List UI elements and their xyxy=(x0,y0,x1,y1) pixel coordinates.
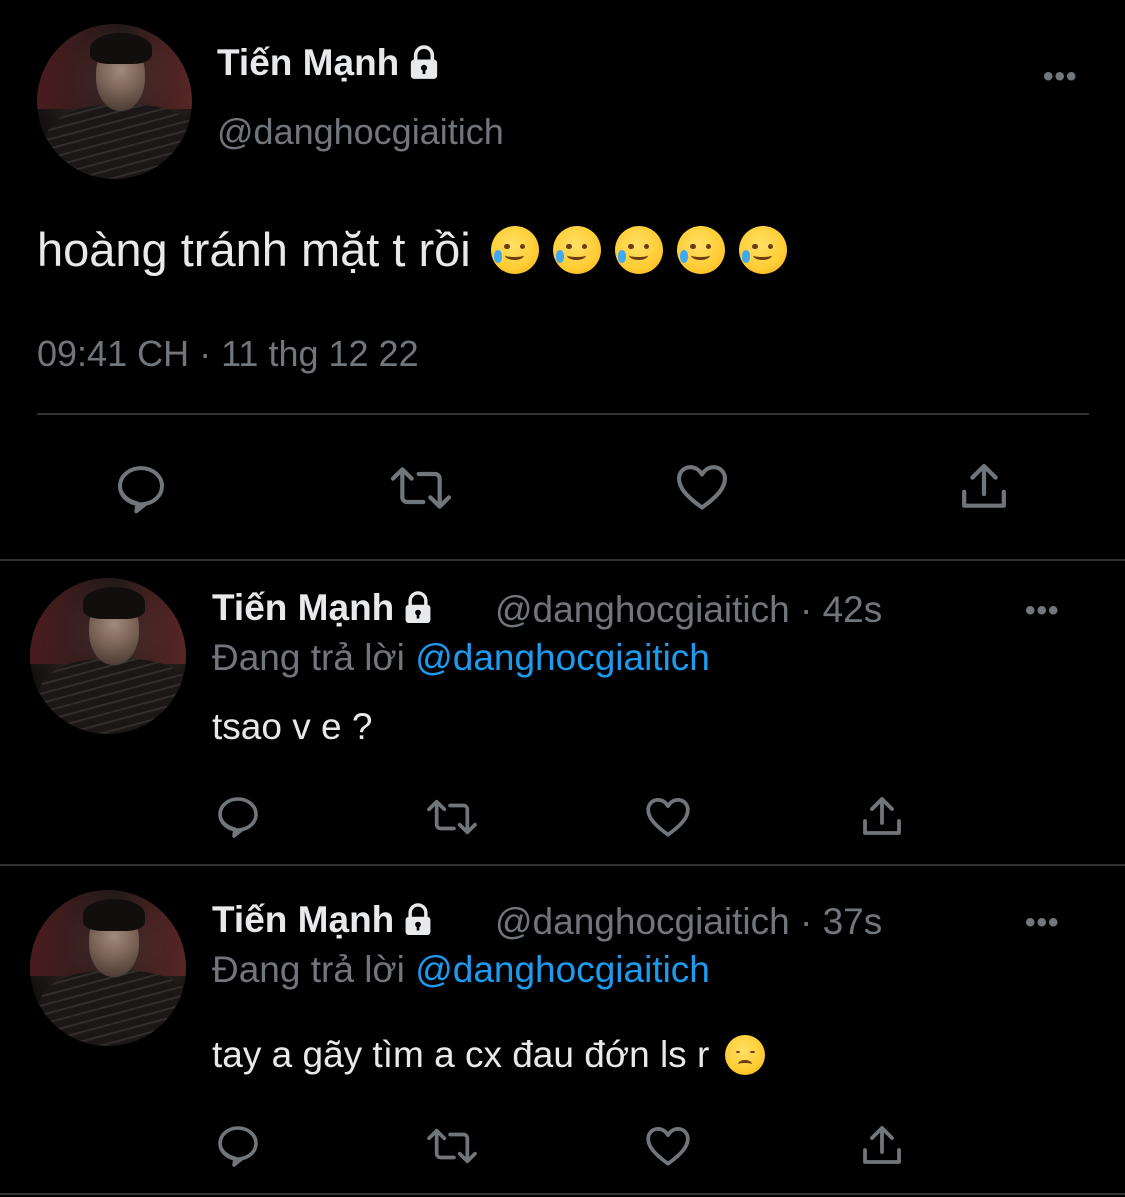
tweet-text-body: tay a gãy tìm a cx đau đớn ls r xyxy=(212,1034,710,1075)
lock-icon xyxy=(405,591,431,624)
lock-icon xyxy=(411,45,438,79)
author-display-name: Tiến Mạnh xyxy=(212,587,395,628)
author-name[interactable]: Tiến Mạnh xyxy=(212,899,434,941)
heart-icon[interactable] xyxy=(643,792,693,842)
mention-link[interactable]: @danghocgiaitich xyxy=(415,949,710,990)
divider xyxy=(0,864,1125,866)
avatar[interactable] xyxy=(30,890,186,1046)
divider xyxy=(37,413,1089,415)
tweet-text: tay a gãy tìm a cx đau đớn ls r xyxy=(212,1034,766,1076)
crying-smile-emoji xyxy=(676,225,725,274)
mention-link[interactable]: @danghocgiaitich xyxy=(415,637,710,678)
crying-smile-emoji xyxy=(552,225,601,274)
lock-icon xyxy=(405,903,431,936)
retweet-icon[interactable] xyxy=(388,460,454,516)
author-handle[interactable]: @danghocgiaitich xyxy=(495,589,790,630)
replying-prefix: Đang trả lời xyxy=(212,637,405,678)
tweet-time[interactable]: 37s xyxy=(823,901,883,942)
heart-icon[interactable] xyxy=(673,458,731,516)
emoji-group xyxy=(490,225,787,274)
heart-icon[interactable] xyxy=(643,1121,693,1171)
tweet-text-body: tsao v e ? xyxy=(212,706,373,747)
author-handle-time: @danghocgiaitich · 37s xyxy=(495,901,882,943)
retweet-icon[interactable] xyxy=(424,1123,480,1169)
share-icon[interactable] xyxy=(858,792,906,842)
avatar[interactable] xyxy=(30,578,186,734)
author-display-name: Tiến Mạnh xyxy=(212,899,395,940)
reply-icon[interactable] xyxy=(113,460,169,516)
tweet-timestamp[interactable]: 09:41 CH · 11 thg 12 22 xyxy=(37,333,419,375)
separator: · xyxy=(799,901,813,942)
divider xyxy=(0,559,1125,561)
share-icon[interactable] xyxy=(858,1121,906,1171)
replying-to: Đang trả lời @danghocgiaitich xyxy=(212,637,710,679)
author-handle-time: @danghocgiaitich · 42s xyxy=(495,589,882,631)
divider xyxy=(0,1193,1125,1195)
crying-smile-emoji xyxy=(738,225,787,274)
more-options-button[interactable]: ••• xyxy=(1025,908,1060,938)
author-name[interactable]: Tiến Mạnh xyxy=(217,42,441,84)
crying-smile-emoji xyxy=(614,225,663,274)
share-icon[interactable] xyxy=(956,458,1012,516)
more-options-button[interactable]: ••• xyxy=(1043,62,1078,92)
reply-icon[interactable] xyxy=(214,792,262,840)
author-name[interactable]: Tiến Mạnh xyxy=(212,587,434,629)
avatar[interactable] xyxy=(37,24,192,179)
separator: · xyxy=(799,589,813,630)
author-display-name: Tiến Mạnh xyxy=(217,42,400,83)
more-options-button[interactable]: ••• xyxy=(1025,596,1060,626)
reply-icon[interactable] xyxy=(214,1121,262,1169)
author-handle[interactable]: @danghocgiaitich xyxy=(217,111,504,153)
crying-smile-emoji xyxy=(490,225,539,274)
disappointed-face-emoji xyxy=(725,1035,766,1075)
retweet-icon[interactable] xyxy=(424,794,480,840)
tweet-time[interactable]: 42s xyxy=(823,589,883,630)
replying-to: Đang trả lời @danghocgiaitich xyxy=(212,949,710,991)
tweet-text: hoàng tránh mặt t rồi xyxy=(37,222,787,277)
tweet-text: tsao v e ? xyxy=(212,706,372,748)
replying-prefix: Đang trả lời xyxy=(212,949,405,990)
author-handle[interactable]: @danghocgiaitich xyxy=(495,901,790,942)
tweet-text-body: hoàng tránh mặt t rồi xyxy=(37,223,471,276)
